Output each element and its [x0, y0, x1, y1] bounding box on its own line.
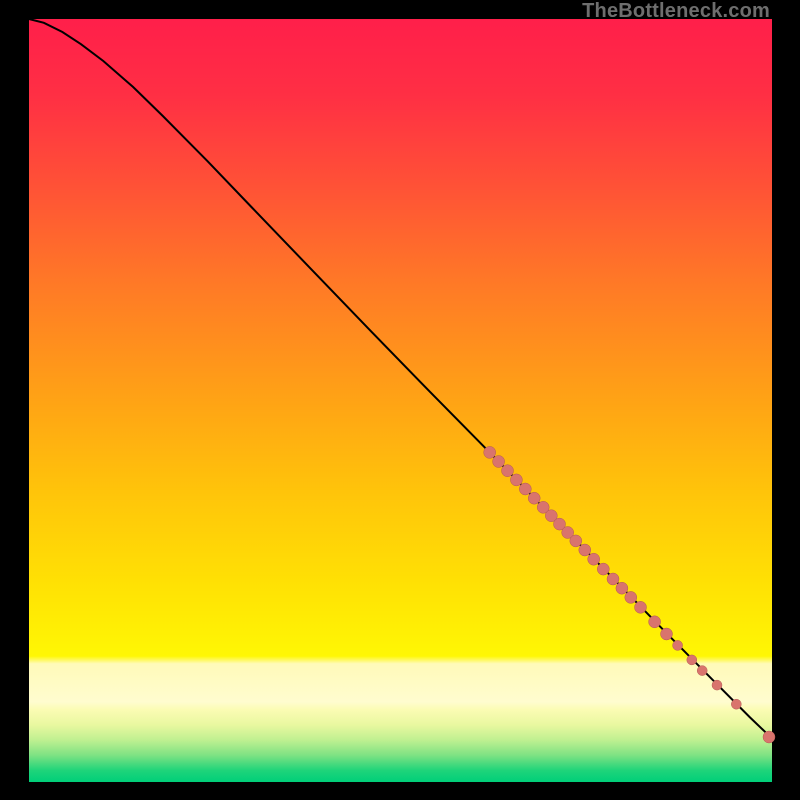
data-dot — [712, 680, 722, 690]
data-dot — [661, 628, 673, 640]
data-dot — [570, 535, 582, 547]
bottleneck-curve — [29, 19, 772, 739]
watermark: TheBottleneck.com — [582, 0, 770, 23]
chart-stage: TheBottleneck.com — [0, 0, 800, 800]
plot-area — [29, 19, 772, 782]
data-dot — [528, 492, 540, 504]
data-dot — [697, 666, 707, 676]
data-dot — [763, 731, 775, 743]
data-dot — [635, 601, 647, 613]
data-dot — [687, 655, 697, 665]
data-dot — [502, 465, 514, 477]
data-dot — [616, 582, 628, 594]
data-dot — [493, 456, 505, 468]
data-dot — [673, 640, 683, 650]
data-dot — [510, 474, 522, 486]
data-dot — [484, 446, 496, 458]
data-dot — [607, 573, 619, 585]
data-dot — [579, 544, 591, 556]
data-dot — [625, 591, 637, 603]
data-dot — [649, 616, 661, 628]
curve-layer — [29, 19, 772, 782]
data-dot — [588, 553, 600, 565]
data-dot — [597, 563, 609, 575]
data-dot — [731, 699, 741, 709]
data-dot — [519, 483, 531, 495]
